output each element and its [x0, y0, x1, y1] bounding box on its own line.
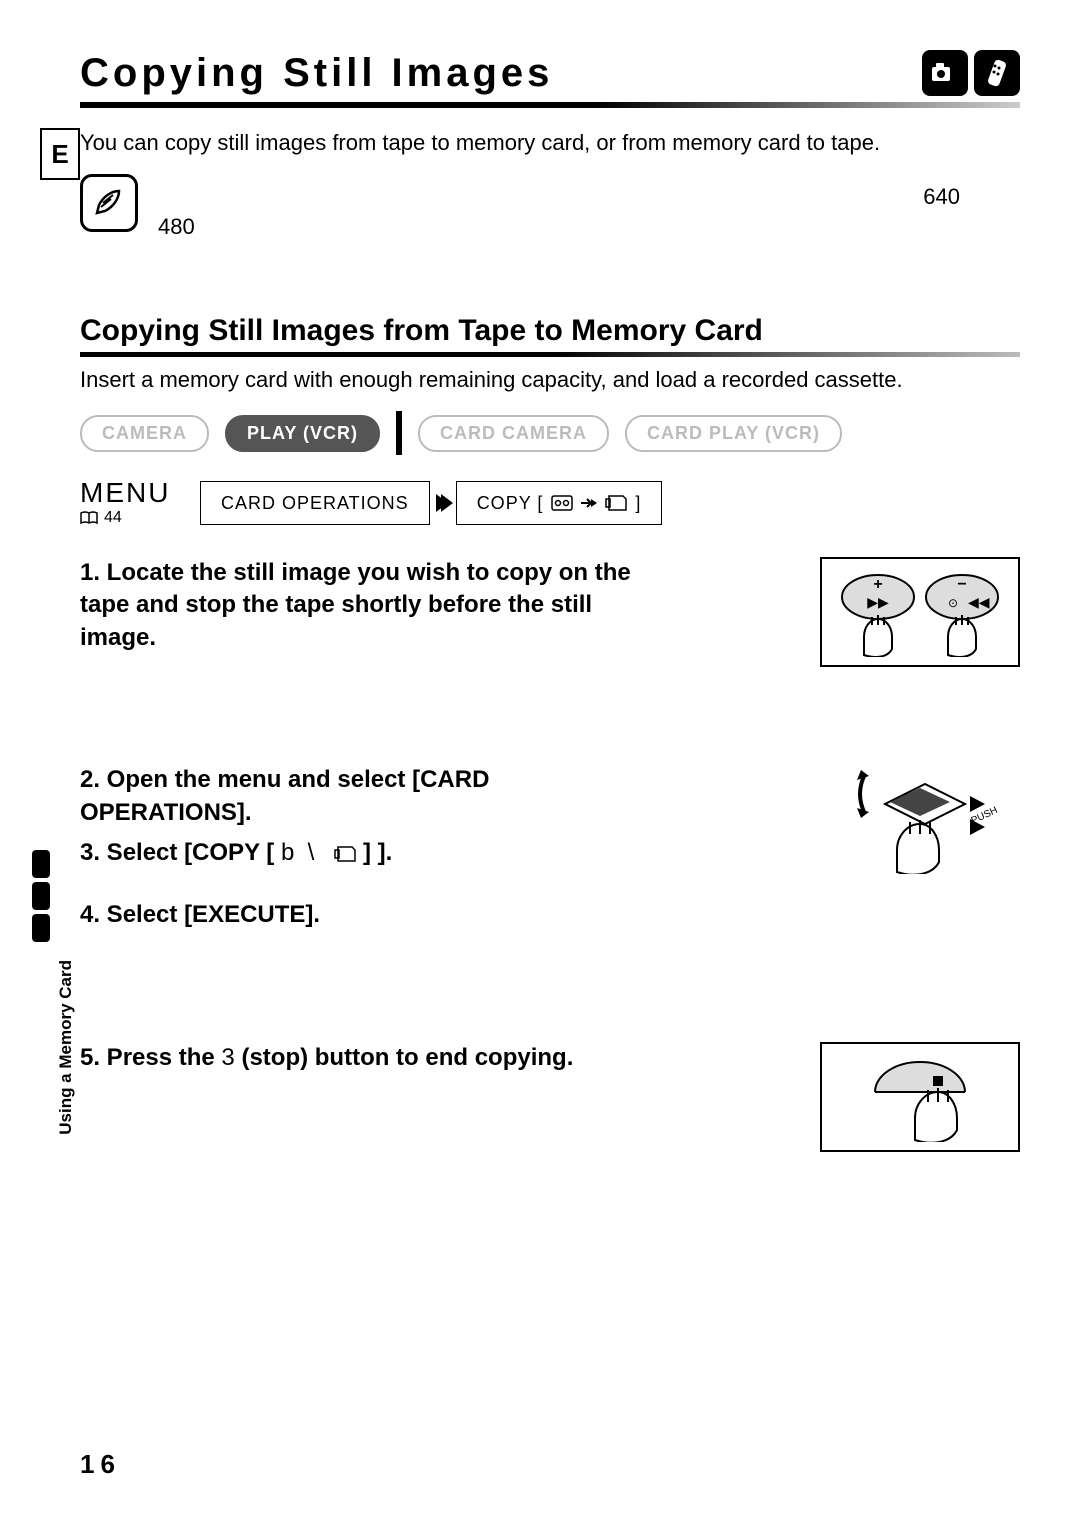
- side-tab-blocks: [32, 850, 50, 942]
- mode-play-vcr: PLAY (VCR): [225, 415, 380, 452]
- svg-text:+: +: [873, 576, 882, 593]
- note-value-right: 640: [923, 184, 960, 210]
- svg-text:▶▶: ▶▶: [867, 594, 889, 610]
- tape-icon: [551, 495, 573, 511]
- menu-box-copy: COPY [ ]: [456, 481, 663, 525]
- menu-label: MENU: [80, 479, 190, 507]
- title-rule: [80, 102, 1020, 108]
- menu-row: MENU 44 CARD OPERATIONS COPY [ ]: [80, 479, 1020, 527]
- page-number: 16: [80, 1449, 121, 1480]
- card-icon: [334, 846, 356, 862]
- step-4: 4. Select [EXECUTE].: [80, 899, 640, 931]
- mode-row: CAMERA PLAY (VCR) CARD CAMERA CARD PLAY …: [80, 411, 1020, 455]
- step-5-illustration: [820, 1042, 1020, 1152]
- mode-divider: [396, 411, 402, 455]
- menu-box1-label: CARD OPERATIONS: [221, 493, 409, 514]
- side-tab-label: Using a Memory Card: [56, 960, 76, 1135]
- title-row: Copying Still Images: [80, 50, 1020, 96]
- step-1: 1. Locate the still image you wish to co…: [80, 557, 640, 654]
- step-3: 3. Select [COPY [ b \ ] ].: [80, 837, 640, 869]
- arrow-right-icon: [581, 497, 597, 509]
- step-234-group: 2. Open the menu and select [CARD OPERAT…: [80, 764, 1020, 932]
- section-heading: Copying Still Images from Tape to Memory…: [80, 314, 1020, 348]
- camcorder-icon: [922, 50, 968, 96]
- step-3-prefix: 3. Select [COPY [: [80, 839, 274, 866]
- step-5-group: 5. Press the 3 (stop) button to end copy…: [80, 1042, 1020, 1074]
- page-title: Copying Still Images: [80, 51, 553, 96]
- intro-text: You can copy still images from tape to m…: [80, 130, 1020, 156]
- remote-icon: [974, 50, 1020, 96]
- step-2: 2. Open the menu and select [CARD OPERAT…: [80, 764, 640, 829]
- title-icons: [922, 50, 1020, 96]
- step-234-illustration: PUSH: [820, 764, 1020, 874]
- card-icon: [605, 495, 627, 511]
- step-1-illustration: + ▶▶ − ⊙ ◀◀: [820, 557, 1020, 667]
- page-content: E Copying Still Images You can copy stil…: [80, 50, 1020, 1484]
- note-value-left: 480: [158, 214, 195, 240]
- step-5-prefix: 5. Press the: [80, 1044, 221, 1071]
- section-text: Insert a memory card with enough remaini…: [80, 367, 1020, 393]
- svg-text:⊙: ⊙: [948, 596, 958, 610]
- step-1-group: 1. Locate the still image you wish to co…: [80, 557, 1020, 654]
- menu-ref-number: 44: [104, 509, 122, 527]
- menu-box-card-operations: CARD OPERATIONS: [200, 481, 430, 525]
- book-icon: [80, 511, 98, 525]
- mode-camera: CAMERA: [80, 415, 209, 452]
- step-5: 5. Press the 3 (stop) button to end copy…: [80, 1042, 640, 1074]
- svg-text:−: −: [957, 576, 966, 593]
- mode-card-play-vcr: CARD PLAY (VCR): [625, 415, 842, 452]
- step-5-suffix: (stop) button to end copying.: [235, 1044, 574, 1071]
- menu-box2-prefix: COPY [: [477, 493, 544, 514]
- chevron-right-icon: [432, 492, 454, 514]
- step-5-stop-symbol: 3: [221, 1044, 234, 1071]
- svg-text:◀◀: ◀◀: [968, 594, 990, 610]
- section-rule: [80, 352, 1020, 357]
- menu-label-col: MENU 44: [80, 479, 190, 527]
- mode-card-camera: CARD CAMERA: [418, 415, 609, 452]
- note-icon: [80, 174, 138, 232]
- menu-ref: 44: [80, 509, 190, 527]
- step-3-suffix: ] ].: [363, 839, 392, 866]
- language-tab: E: [40, 128, 80, 180]
- note-row: 480 640: [80, 174, 1020, 254]
- menu-box2-close: ]: [635, 493, 641, 514]
